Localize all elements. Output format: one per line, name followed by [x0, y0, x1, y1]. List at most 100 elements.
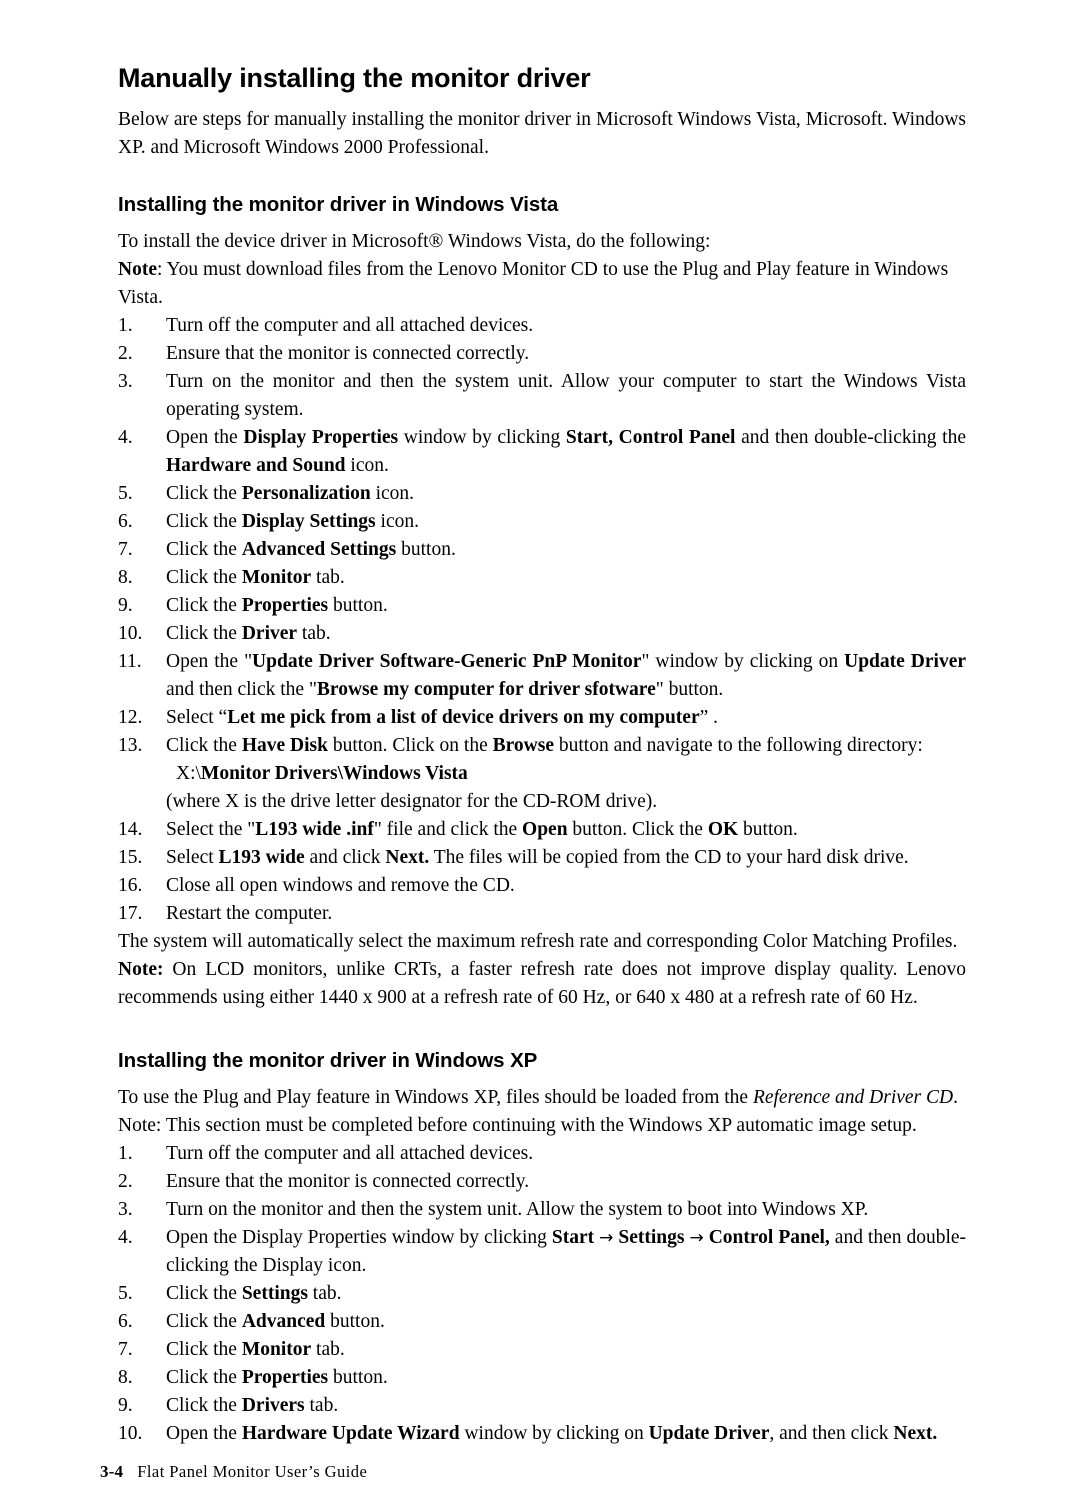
step-text-frag: Click the — [166, 567, 242, 588]
step-text: Turn on the monitor and then the system … — [166, 371, 966, 420]
step-text-bold: Update Driver — [648, 1423, 770, 1444]
step-text-bold: Update Driver — [844, 651, 967, 672]
step-text-frag: Click the — [166, 623, 242, 644]
list-item: 8. Click the Properties button. — [118, 1364, 966, 1392]
list-item: 12. Select “Let me pick from a list of de… — [118, 704, 966, 732]
step-text-frag: Click the — [166, 1367, 242, 1388]
step-text: Ensure that the monitor is connected cor… — [166, 343, 530, 364]
list-item: 4. Open the Display Properties window by … — [118, 1224, 966, 1280]
list-item: 14. Select the "L193 wide .inf" file and … — [118, 816, 966, 844]
list-item: 8. Click the Monitor tab. — [118, 564, 966, 592]
list-item: 2. Ensure that the monitor is connected c… — [118, 1168, 966, 1196]
step-text-frag: tab. — [297, 623, 331, 644]
step-text-bold: Display Settings — [241, 511, 376, 532]
step-text: Select L193 wide and click Next. The fil… — [166, 847, 909, 868]
footer-guide-title: Flat Panel Monitor User’s Guide — [137, 1462, 368, 1481]
step-text-frag: tab. — [311, 1339, 345, 1360]
step-text: Ensure that the monitor is connected cor… — [166, 1171, 530, 1192]
step-text-frag: button. Click on the — [327, 735, 493, 756]
step-text-bold: Have Disk — [241, 735, 328, 756]
step-text: Click the Properties button. — [166, 595, 388, 616]
list-item: 1. Turn off the computer and all attached… — [118, 312, 966, 340]
page-title: Manually installing the monitor driver — [118, 63, 591, 93]
step-text-bold: Let me pick from a list of device driver… — [227, 707, 700, 728]
step-text-frag: Select — [166, 847, 219, 868]
step-text-frag: " window by clicking on — [641, 651, 845, 672]
step-text: Click the Advanced button. — [166, 1311, 385, 1332]
list-item: 15. Select L193 wide and click Next. The … — [118, 844, 966, 872]
step-number: 14. — [118, 819, 143, 840]
step-number: 4. — [118, 427, 133, 448]
list-item: 7. Click the Monitor tab. — [118, 1336, 966, 1364]
step-number: 2. — [118, 343, 133, 364]
vista-closing-note-text: On LCD monitors, unlike CRTs, a faster r… — [118, 959, 966, 1008]
step-text-frag: button. — [396, 539, 456, 560]
step-number: 7. — [118, 539, 133, 560]
list-item: 6. Click the Display Settings icon. — [118, 508, 966, 536]
step-text-bold: Display Properties — [243, 427, 399, 448]
step-text-frag: and then click the " — [166, 679, 317, 700]
step-number: 15. — [118, 847, 143, 868]
step-text-bold: Settings — [241, 1283, 308, 1304]
step-text: Turn off the computer and all attached d… — [166, 1143, 534, 1164]
list-item: 17. Restart the computer. — [118, 900, 966, 928]
step-number: 9. — [118, 595, 133, 616]
page-content: Manually installing the monitor driver B… — [118, 0, 966, 1448]
step-text-bold: Monitor — [241, 567, 312, 588]
vista-note-paragraph: Note: You must download files from the L… — [118, 256, 966, 312]
list-item: 16. Close all open windows and remove the… — [118, 872, 966, 900]
step-number: 5. — [118, 1283, 133, 1304]
xp-lead-italic: Reference and Driver CD — [752, 1087, 954, 1108]
step-text-frag: tab. — [307, 1283, 342, 1304]
list-item: 4. Open the Display Properties window by … — [118, 424, 966, 480]
list-item: 5. Click the Settings tab. — [118, 1280, 966, 1308]
step-text-frag: " file and click the — [373, 819, 523, 840]
step-text-bold: Start, Control Panel — [565, 427, 736, 448]
step-path-drive: X:\ — [176, 763, 201, 784]
step-number: 11. — [118, 651, 142, 672]
step-sub-note: (where X is the drive letter designator … — [166, 791, 658, 812]
step-text-frag: Click the — [166, 1339, 242, 1360]
step-text-frag: Open the " — [166, 651, 253, 672]
step-text-bold: L193 wide .inf — [255, 819, 374, 840]
step-text: Turn on the monitor and then the system … — [166, 1199, 869, 1220]
step-text-bold: Personalization — [241, 483, 371, 504]
step-number: 13. — [118, 735, 143, 756]
step-text: Click the Properties button. — [166, 1367, 388, 1388]
step-text-frag: icon. — [375, 511, 419, 532]
step-text-frag: Click the — [166, 1311, 242, 1332]
step-text-bold: Open — [522, 819, 568, 840]
step-text: Open the Display Properties window by cl… — [166, 427, 966, 476]
step-text-frag: button. — [738, 819, 798, 840]
step-text-frag: Open the — [166, 427, 244, 448]
step-number: 16. — [118, 875, 143, 896]
step-text-bold: Driver — [241, 623, 298, 644]
list-item: 13. Click the Have Disk button. Click on … — [118, 732, 966, 816]
step-number: 17. — [118, 903, 143, 924]
step-text-frag: button and navigate to the following dir… — [554, 735, 923, 756]
vista-lead-paragraph: To install the device driver in Microsof… — [118, 231, 711, 252]
step-text-frag: Select the " — [166, 819, 256, 840]
xp-lead-frag: . — [953, 1087, 958, 1108]
step-text-frag: icon. — [345, 455, 389, 476]
step-text: Select the "L193 wide .inf" file and cli… — [166, 819, 798, 840]
step-text: Click the Settings tab. — [166, 1283, 342, 1304]
step-text-frag: Click the — [166, 735, 242, 756]
step-text-bold: Properties — [241, 595, 329, 616]
step-text-frag: button. — [328, 1367, 388, 1388]
step-number: 10. — [118, 1423, 143, 1444]
step-text-bold: L193 wide — [218, 847, 305, 868]
step-text-bold: Monitor — [241, 1339, 312, 1360]
step-number: 7. — [118, 1339, 133, 1360]
list-item: 3. Turn on the monitor and then the syste… — [118, 1196, 966, 1224]
step-text-frag: Select “ — [166, 707, 228, 728]
step-text-bold: Browse my computer for driver sfotware — [316, 679, 656, 700]
step-text-frag: Open the Display Properties window by cl… — [166, 1227, 552, 1248]
step-number: 5. — [118, 483, 133, 504]
step-text: Select “Let me pick from a list of devic… — [166, 707, 718, 728]
step-number: 9. — [118, 1395, 133, 1416]
step-text: Click the Monitor tab. — [166, 567, 345, 588]
list-item: 10. Open the Hardware Update Wizard windo… — [118, 1420, 966, 1448]
step-text-frag: and click — [304, 847, 386, 868]
step-text-frag: and then double-clicking the — [735, 427, 966, 448]
